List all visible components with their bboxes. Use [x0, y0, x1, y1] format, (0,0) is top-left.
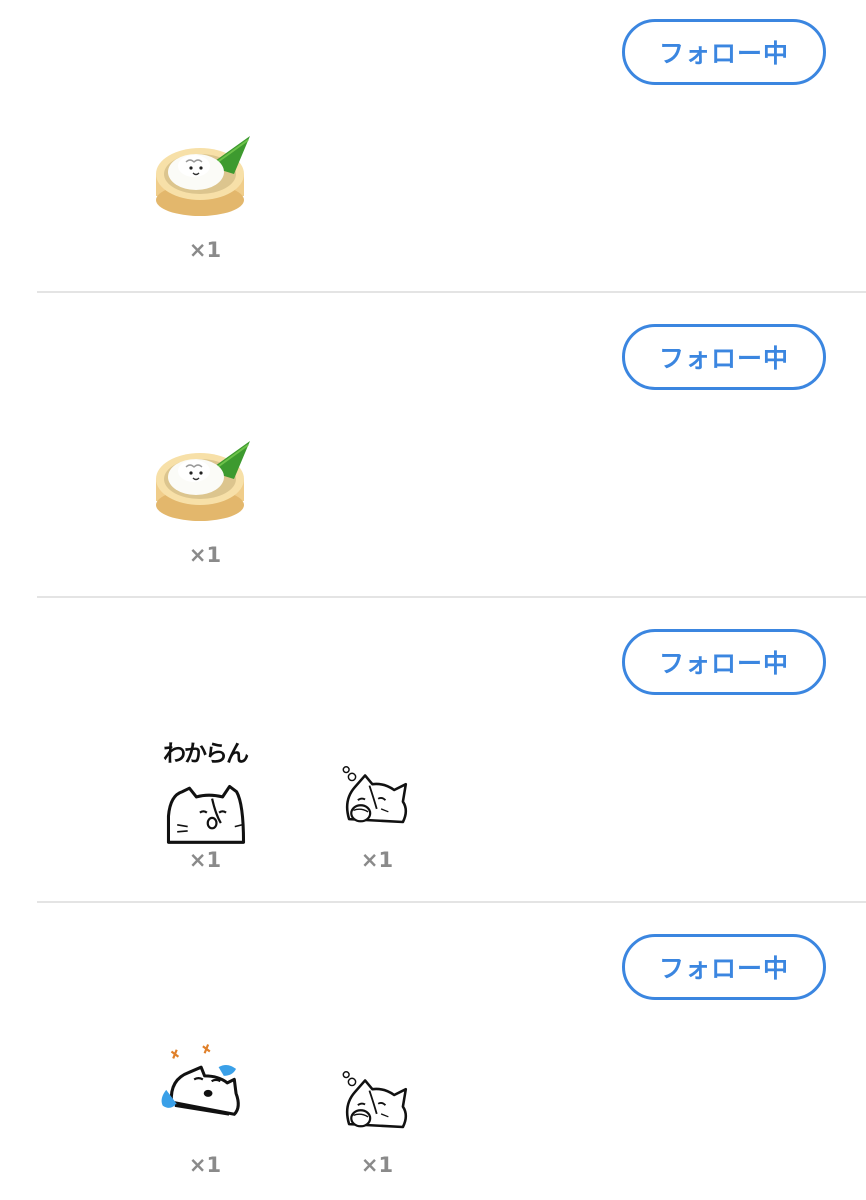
dumpling-steamer-icon	[150, 427, 260, 537]
divider	[37, 596, 866, 598]
following-button[interactable]: フォロー中	[622, 629, 826, 695]
post-item: フォロー中 ×1	[0, 305, 866, 597]
sticker-count: ×1	[188, 543, 222, 567]
post-item: フォロー中 ×1	[0, 0, 866, 292]
divider	[37, 901, 866, 903]
divider	[37, 291, 866, 293]
cat-crying-laughing-icon	[152, 1041, 252, 1137]
post-item: フォロー中 ×1 ×1	[0, 915, 866, 1200]
sticker-count: ×1	[360, 848, 394, 872]
following-button[interactable]: フォロー中	[622, 324, 826, 390]
dumpling-steamer-icon	[150, 122, 260, 232]
sticker-count: ×1	[360, 1153, 394, 1177]
post-item: フォロー中 わからん ×1 ×1	[0, 610, 866, 902]
sticker-count: ×1	[188, 238, 222, 262]
cat-wakaran-sticker: わからん	[150, 734, 260, 844]
following-button[interactable]: フォロー中	[622, 19, 826, 85]
sticker-count: ×1	[188, 1153, 222, 1177]
following-button[interactable]: フォロー中	[622, 934, 826, 1000]
cat-wakaran-icon	[158, 762, 254, 858]
cat-yawning-icon	[326, 758, 426, 838]
cat-yawning-icon	[326, 1063, 426, 1143]
sticker-count: ×1	[188, 848, 222, 872]
